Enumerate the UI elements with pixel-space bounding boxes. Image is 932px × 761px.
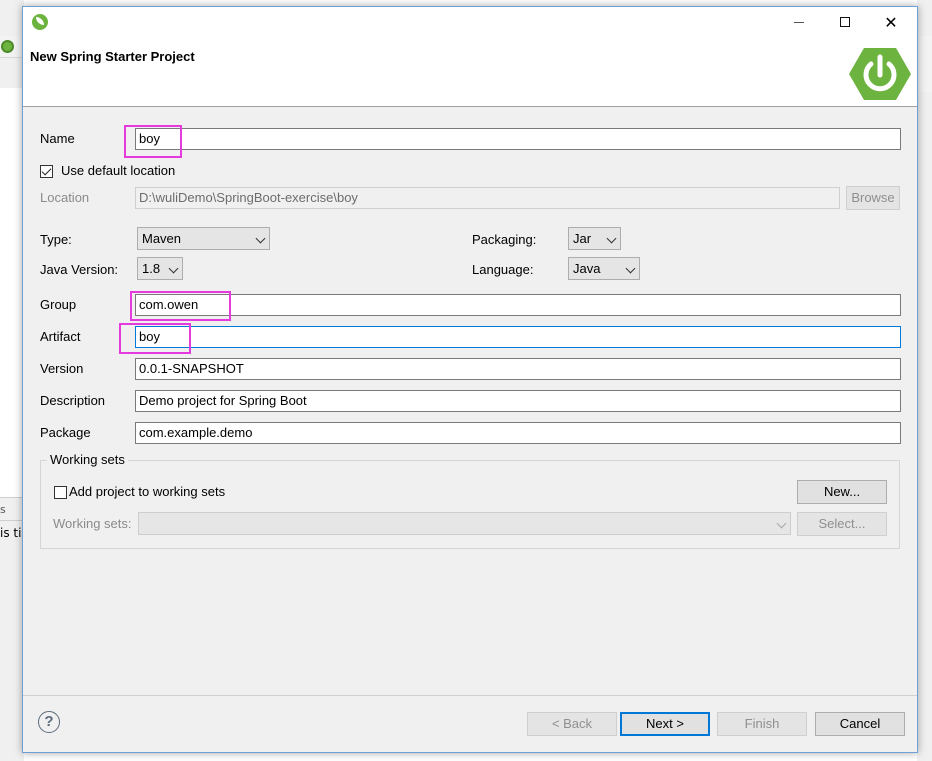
chevron-down-icon <box>255 233 266 244</box>
wizard-header: New Spring Starter Project <box>23 37 917 107</box>
language-select[interactable]: Java <box>568 257 640 280</box>
browse-button[interactable]: Browse <box>846 186 900 210</box>
new-spring-starter-dialog: ✕ New Spring Starter Project Name boy Us… <box>22 6 918 753</box>
java-version-select-value: 1.8 <box>142 261 161 276</box>
maximize-icon <box>840 17 850 27</box>
group-input[interactable]: com.owen <box>135 294 901 316</box>
artifact-input[interactable]: boy <box>135 326 901 348</box>
window-titlebar: ✕ <box>23 7 917 37</box>
location-label: Location <box>40 190 90 205</box>
type-select-value: Maven <box>142 231 182 246</box>
background-tab-label: s <box>0 503 6 516</box>
language-select-value: Java <box>573 261 601 276</box>
chevron-down-icon <box>776 518 787 529</box>
type-select[interactable]: Maven <box>137 227 270 250</box>
description-input[interactable]: Demo project for Spring Boot <box>135 390 901 412</box>
minimize-icon <box>794 21 804 23</box>
group-label: Group <box>40 297 77 312</box>
next-button[interactable]: Next > <box>620 712 710 736</box>
description-label: Description <box>40 393 106 408</box>
working-sets-select[interactable] <box>138 512 791 535</box>
new-working-set-button[interactable]: New... <box>797 480 887 504</box>
maximize-button[interactable] <box>822 7 868 37</box>
working-sets-title: Working sets <box>47 452 128 467</box>
add-to-working-sets-checkbox[interactable] <box>54 486 67 499</box>
use-default-location-checkbox[interactable] <box>40 165 53 178</box>
background-ide-right <box>917 0 932 761</box>
artifact-label: Artifact <box>40 329 81 344</box>
packaging-select[interactable]: Jar <box>568 227 621 250</box>
package-label: Package <box>40 425 91 440</box>
background-text: is ti <box>0 526 22 540</box>
add-to-working-sets-label: Add project to working sets <box>69 484 226 499</box>
version-input[interactable]: 0.0.1-SNAPSHOT <box>135 358 901 380</box>
spring-boot-power-icon <box>849 48 911 100</box>
cancel-button[interactable]: Cancel <box>815 712 905 736</box>
use-default-location-label: Use default location <box>61 163 176 178</box>
footer-divider <box>23 695 917 696</box>
help-icon[interactable]: ? <box>38 711 60 733</box>
background-tab-strip: s <box>0 497 24 521</box>
name-input[interactable]: boy <box>135 128 901 150</box>
type-label: Type: <box>40 232 72 247</box>
minimize-button[interactable] <box>776 7 822 37</box>
language-label: Language: <box>472 262 534 277</box>
packaging-label: Packaging: <box>472 232 537 247</box>
java-version-label: Java Version: <box>40 262 119 277</box>
finish-button[interactable]: Finish <box>717 712 807 736</box>
package-input[interactable]: com.example.demo <box>135 422 901 444</box>
dialog-title: New Spring Starter Project <box>30 49 195 64</box>
location-input[interactable]: D:\wuliDemo\SpringBoot-exercise\boy <box>135 187 840 209</box>
select-working-sets-button[interactable]: Select... <box>797 512 887 536</box>
working-sets-group <box>40 460 900 549</box>
chevron-down-icon <box>625 263 636 274</box>
spring-leaf-icon <box>32 14 48 30</box>
chevron-down-icon <box>168 263 179 274</box>
background-editor <box>0 88 24 498</box>
close-button[interactable]: ✕ <box>868 7 914 37</box>
working-sets-label: Working sets: <box>53 516 132 531</box>
background-ide: s is ti <box>0 0 24 761</box>
packaging-select-value: Jar <box>573 231 592 246</box>
close-icon: ✕ <box>884 12 898 32</box>
chevron-down-icon <box>606 233 617 244</box>
spring-tool-icon <box>1 40 14 53</box>
name-label: Name <box>40 131 75 146</box>
back-button[interactable]: < Back <box>527 712 617 736</box>
version-label: Version <box>40 361 84 376</box>
java-version-select[interactable]: 1.8 <box>137 257 183 280</box>
